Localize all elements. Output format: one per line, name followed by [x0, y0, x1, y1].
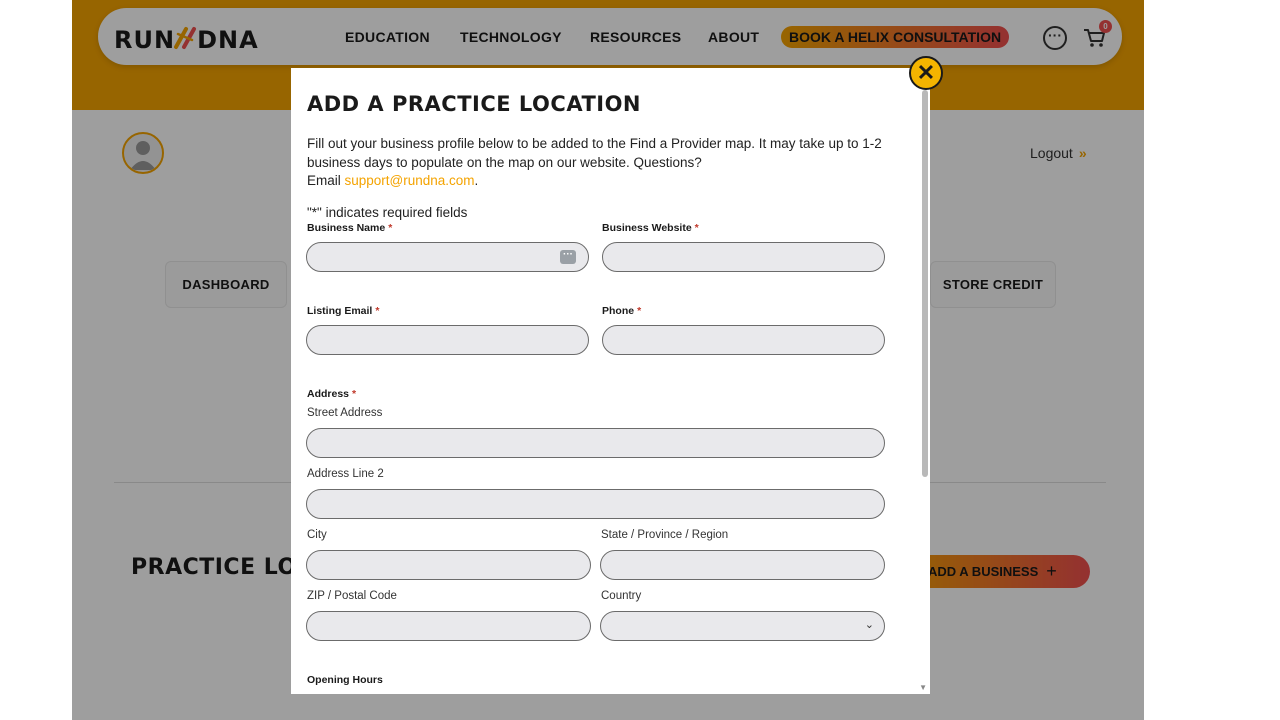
required-mark: * — [694, 222, 699, 234]
state-input[interactable] — [600, 550, 885, 580]
business-name-input[interactable]: ··· — [306, 242, 589, 272]
label-state: State / Province / Region — [601, 529, 729, 541]
label-business-website: Business Website * — [602, 222, 699, 234]
required-mark: * — [375, 305, 380, 317]
modal-title: ADD A PRACTICE LOCATION — [307, 92, 642, 116]
label-opening-hours: Opening Hours — [307, 674, 383, 686]
phone-input[interactable] — [602, 325, 885, 355]
label-country: Country — [601, 590, 642, 602]
label-city: City — [307, 529, 327, 541]
label-zip: ZIP / Postal Code — [307, 590, 397, 602]
business-website-input[interactable] — [602, 242, 885, 272]
label-text: Listing Email — [307, 305, 373, 317]
add-location-modal: ▼ ADD A PRACTICE LOCATION Fill out your … — [291, 68, 930, 694]
label-text: Address — [307, 388, 350, 400]
city-input[interactable] — [306, 550, 591, 580]
required-fields-note: "*" indicates required fields — [307, 205, 468, 220]
zip-input[interactable] — [306, 611, 591, 641]
required-mark: * — [637, 305, 642, 317]
intro-text: Fill out your business profile below to … — [307, 136, 882, 170]
email-prefix: Email — [307, 173, 345, 188]
label-text: Business Website — [602, 222, 692, 234]
support-email-link[interactable]: support@rundna.com — [345, 173, 475, 188]
label-text: Phone — [602, 305, 635, 317]
country-select[interactable]: ⌄ — [600, 611, 885, 641]
required-mark: * — [352, 388, 357, 400]
street-address-input[interactable] — [306, 428, 885, 458]
close-icon[interactable]: ✕ — [909, 56, 943, 90]
chevron-down-icon: ⌄ — [864, 619, 874, 631]
label-address-line2: Address Line 2 — [307, 468, 384, 480]
modal-scrollbar[interactable] — [922, 90, 928, 477]
address-line2-input[interactable] — [306, 489, 885, 519]
label-address: Address * — [307, 388, 356, 400]
listing-email-input[interactable] — [306, 325, 589, 355]
required-mark: * — [388, 222, 393, 234]
page: RUN DNA EDUCATION TECHNOLOGY RESOURCES AB… — [72, 0, 1144, 720]
label-business-name: Business Name * — [307, 222, 392, 234]
modal-intro: Fill out your business profile below to … — [307, 135, 882, 191]
password-manager-icon[interactable]: ··· — [560, 250, 576, 264]
label-phone: Phone * — [602, 305, 641, 317]
email-suffix: . — [474, 173, 479, 188]
label-text: Business Name — [307, 222, 386, 234]
scroll-down-arrow-icon[interactable]: ▼ — [919, 683, 927, 692]
label-street-address: Street Address — [307, 407, 383, 419]
label-listing-email: Listing Email * — [307, 305, 379, 317]
